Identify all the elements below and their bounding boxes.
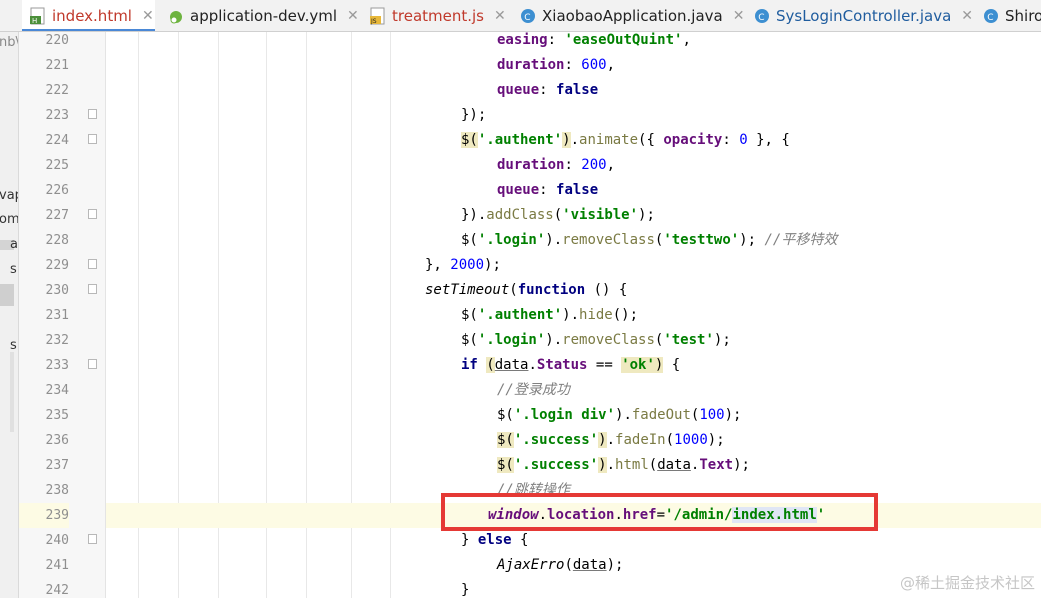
code-line: duration: 200,: [497, 157, 616, 173]
yml-leaf-icon: [168, 7, 184, 25]
fold-end-icon[interactable]: [88, 259, 97, 269]
line-number: 226: [45, 183, 69, 198]
code-line: $('.login').removeClass('test');: [461, 332, 731, 348]
project-panel-edge: nb\ vap om a s s: [0, 32, 19, 598]
code-editor[interactable]: easing: 'easeOutQuint', duration: 600, q…: [106, 32, 1041, 598]
line-number: 240: [45, 533, 69, 548]
side-scroll: [10, 352, 14, 432]
tab-label: index.html: [52, 6, 132, 25]
close-icon[interactable]: ✕: [961, 8, 973, 24]
side-fragment: s: [10, 338, 17, 353]
java-class-icon: C: [983, 7, 999, 25]
code-line: queue: false: [497, 82, 599, 98]
code-line: $('.success').html(data.Text);: [497, 457, 750, 473]
svg-text:JS: JS: [370, 18, 377, 25]
watermark: @稀土掘金技术社区: [899, 574, 1035, 592]
tab-xiaobao-application[interactable]: C XiaobaoApplication.java ✕: [512, 0, 747, 31]
fold-start-icon[interactable]: [88, 134, 97, 144]
svg-text:H: H: [32, 17, 37, 25]
line-number: 242: [45, 583, 69, 598]
svg-text:C: C: [524, 13, 530, 23]
tab-treatment-js[interactable]: JS treatment.js ✕: [362, 0, 510, 31]
code-line: $('.authent').animate({ opacity: 0 }, {: [461, 132, 790, 148]
line-number: 224: [45, 133, 69, 148]
line-number: 223: [45, 108, 69, 123]
code-line: } else {: [461, 532, 529, 548]
code-line: //登录成功: [497, 382, 570, 398]
tab-application-dev-yml[interactable]: application-dev.yml ✕: [160, 0, 360, 31]
code-line: $('.authent').hide();: [461, 307, 639, 323]
side-fragment: s: [10, 262, 17, 277]
fold-end-icon[interactable]: [88, 209, 97, 219]
code-line-current: window.location.href='/admin/index.html': [106, 503, 1041, 528]
code-line: $('.login').removeClass('testtwo'); //平移…: [461, 232, 838, 248]
tab-sys-login-controller[interactable]: C SysLoginController.java ✕: [746, 0, 976, 31]
tab-index-html[interactable]: H index.html ✕: [22, 0, 155, 31]
line-number: 241: [45, 558, 69, 573]
line-number: 236: [45, 433, 69, 448]
code-line: queue: false: [497, 182, 599, 198]
line-number: 231: [45, 308, 69, 323]
fold-start-icon[interactable]: [88, 359, 97, 369]
side-fragment: om: [0, 212, 19, 227]
line-number: 222: [45, 83, 69, 98]
code-line: }).addClass('visible');: [461, 207, 655, 223]
close-icon[interactable]: ✕: [142, 8, 154, 24]
line-number: 229: [45, 258, 69, 273]
line-number: 238: [45, 483, 69, 498]
tab-label: application-dev.yml: [190, 6, 338, 25]
line-number: 225: [45, 158, 69, 173]
close-icon[interactable]: ✕: [494, 8, 506, 24]
fold-end-icon[interactable]: [88, 109, 97, 119]
fold-start-icon[interactable]: [88, 534, 97, 544]
tab-shiro[interactable]: C Shiro: [975, 0, 1041, 31]
line-number: 220: [45, 33, 69, 48]
tab-label: SysLoginController.java: [776, 6, 952, 25]
line-number: 228: [45, 233, 69, 248]
side-fragment: nb\: [0, 35, 19, 50]
tab-label: XiaobaoApplication.java: [542, 6, 723, 25]
svg-text:C: C: [987, 13, 993, 23]
js-file-icon: JS: [370, 7, 386, 25]
code-line: easing: 'easeOutQuint',: [497, 32, 691, 48]
close-icon[interactable]: ✕: [347, 8, 359, 24]
java-class-icon: C: [754, 7, 770, 25]
line-number: 227: [45, 208, 69, 223]
line-number-gutter: 220 221 222 223 224 225 226 227 228 229 …: [19, 32, 106, 598]
line-number: 234: [45, 383, 69, 398]
editor-tab-bar: H index.html ✕ application-dev.yml ✕ JS …: [0, 0, 1041, 32]
code-line: if (data.Status == 'ok') {: [461, 357, 681, 373]
line-number: 221: [45, 58, 69, 73]
line-number: 237: [45, 458, 69, 473]
side-selection: [0, 284, 14, 306]
code-line: setTimeout(function () {: [425, 282, 628, 298]
line-number: 232: [45, 333, 69, 348]
html-file-icon: H: [30, 7, 46, 25]
code-line: $('.login div').fadeOut(100);: [497, 407, 742, 423]
fold-start-icon[interactable]: [88, 284, 97, 294]
code-line: //跳转操作: [497, 482, 570, 498]
side-fragment: vap: [0, 188, 18, 203]
tab-label: treatment.js: [392, 6, 484, 25]
line-number: 235: [45, 408, 69, 423]
svg-text:C: C: [758, 13, 764, 23]
code-line: duration: 600,: [497, 57, 616, 73]
java-class-icon: C: [520, 7, 536, 25]
code-line: }, 2000);: [425, 257, 501, 273]
code-line: $('.success').fadeIn(1000);: [497, 432, 725, 448]
code-line: });: [461, 107, 487, 123]
close-icon[interactable]: ✕: [733, 8, 745, 24]
line-number-current: 239: [19, 503, 69, 528]
tab-label: Shiro: [1005, 6, 1041, 25]
line-number: 230: [45, 283, 69, 298]
line-number: 233: [45, 358, 69, 373]
side-fragment: a: [10, 237, 18, 252]
